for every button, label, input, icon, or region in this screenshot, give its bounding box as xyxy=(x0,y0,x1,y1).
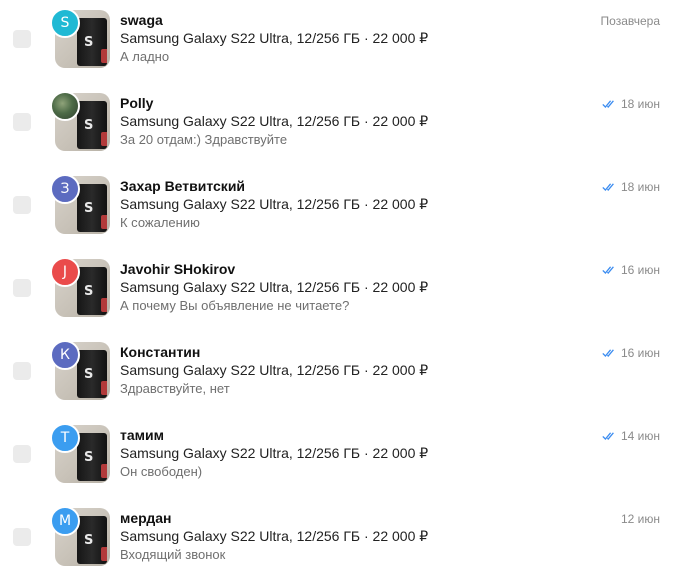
product-title: Samsung Galaxy S22 Ultra, 12/256 ГБ · 22… xyxy=(120,528,429,544)
chat-row[interactable]: S К Константин Samsung Galaxy S22 Ultra,… xyxy=(0,332,700,415)
phone-box-image: S xyxy=(77,267,107,315)
contact-name: Захар Ветвитский xyxy=(120,178,246,194)
product-title: Samsung Galaxy S22 Ultra, 12/256 ГБ · 22… xyxy=(120,196,429,212)
last-message: К сожалению xyxy=(120,215,200,230)
message-meta: 18 июн xyxy=(602,97,660,111)
message-date: Позавчера xyxy=(600,14,660,28)
last-message: Входящий звонок xyxy=(120,547,226,562)
contact-name: swaga xyxy=(120,12,163,28)
last-message: Здравствуйте, нет xyxy=(120,381,230,396)
message-date: 16 июн xyxy=(620,263,660,277)
last-message: А ладно xyxy=(120,49,170,64)
phone-box-image: S xyxy=(77,18,107,66)
double-check-icon xyxy=(602,349,614,357)
phone-box-image: S xyxy=(77,101,107,149)
message-meta: Позавчера xyxy=(601,14,660,28)
phone-box-image: S xyxy=(77,433,107,481)
product-title: Samsung Galaxy S22 Ultra, 12/256 ГБ · 22… xyxy=(120,279,429,295)
phone-box-image: S xyxy=(77,184,107,232)
chat-row[interactable]: S S swaga Samsung Galaxy S22 Ultra, 12/2… xyxy=(0,0,700,83)
message-meta: 12 июн xyxy=(621,512,660,526)
avatar: Т xyxy=(50,423,80,453)
double-check-icon xyxy=(602,183,614,191)
select-checkbox[interactable] xyxy=(13,113,31,131)
avatar: J xyxy=(50,257,80,287)
double-check-icon xyxy=(602,432,614,440)
message-date: 16 июн xyxy=(620,346,660,360)
select-checkbox[interactable] xyxy=(13,30,31,48)
message-meta: 16 июн xyxy=(602,346,660,360)
select-checkbox[interactable] xyxy=(13,362,31,380)
last-message: За 20 отдам:) Здравствуйте xyxy=(120,132,288,147)
phone-box-image: S xyxy=(77,350,107,398)
select-checkbox[interactable] xyxy=(13,528,31,546)
contact-name: Polly xyxy=(120,95,154,111)
avatar-photo xyxy=(50,91,80,121)
contact-name: Javohir SHokirov xyxy=(120,261,236,277)
avatar: З xyxy=(50,174,80,204)
avatar: К xyxy=(50,340,80,370)
chat-list: S S swaga Samsung Galaxy S22 Ultra, 12/2… xyxy=(0,0,700,573)
message-date: 18 июн xyxy=(620,180,660,194)
product-title: Samsung Galaxy S22 Ultra, 12/256 ГБ · 22… xyxy=(120,362,429,378)
avatar: М xyxy=(50,506,80,536)
contact-name: Константин xyxy=(120,344,201,360)
message-meta: 18 июн xyxy=(602,180,660,194)
phone-box-image: S xyxy=(77,516,107,564)
select-checkbox[interactable] xyxy=(13,196,31,214)
double-check-icon xyxy=(602,266,614,274)
chat-row[interactable]: S Т тамим Samsung Galaxy S22 Ultra, 12/2… xyxy=(0,415,700,498)
chat-row[interactable]: S З Захар Ветвитский Samsung Galaxy S22 … xyxy=(0,166,700,249)
select-checkbox[interactable] xyxy=(13,445,31,463)
message-meta: 16 июн xyxy=(602,263,660,277)
last-message: А почему Вы объявление не читаете? xyxy=(120,298,350,313)
chat-row[interactable]: S М мердан Samsung Galaxy S22 Ultra, 12/… xyxy=(0,498,700,573)
double-check-icon xyxy=(602,100,614,108)
message-date: 14 июн xyxy=(620,429,660,443)
product-title: Samsung Galaxy S22 Ultra, 12/256 ГБ · 22… xyxy=(120,445,429,461)
contact-name: мердан xyxy=(120,510,172,526)
product-title: Samsung Galaxy S22 Ultra, 12/256 ГБ · 22… xyxy=(120,113,429,129)
product-title: Samsung Galaxy S22 Ultra, 12/256 ГБ · 22… xyxy=(120,30,429,46)
select-checkbox[interactable] xyxy=(13,279,31,297)
contact-name: тамим xyxy=(120,427,164,443)
chat-row[interactable]: S Polly Samsung Galaxy S22 Ultra, 12/256… xyxy=(0,83,700,166)
last-message: Он свободен) xyxy=(120,464,203,479)
avatar: S xyxy=(50,8,80,38)
message-meta: 14 июн xyxy=(602,429,660,443)
message-date: 12 июн xyxy=(620,512,660,526)
message-date: 18 июн xyxy=(620,97,660,111)
chat-row[interactable]: S J Javohir SHokirov Samsung Galaxy S22 … xyxy=(0,249,700,332)
